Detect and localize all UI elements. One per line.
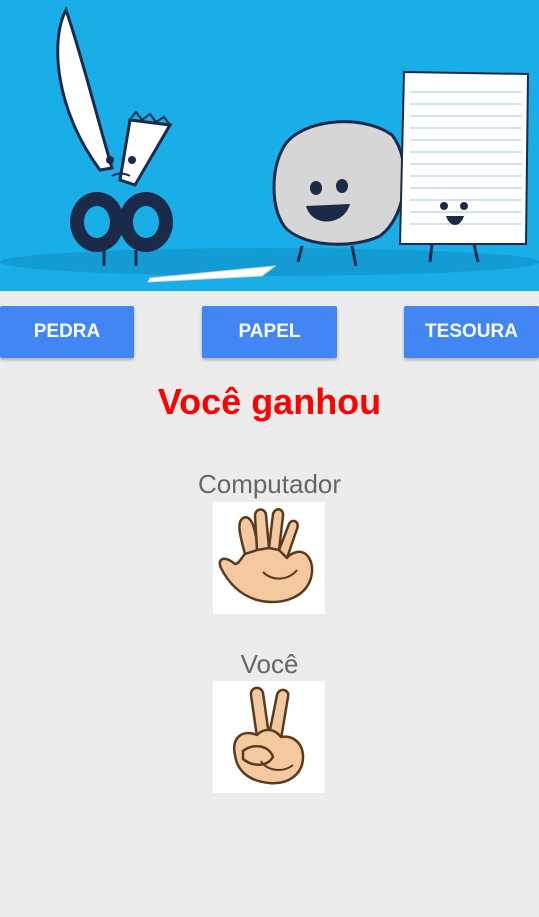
player-label: Você (240, 649, 299, 679)
scissors-button[interactable]: TESOURA (404, 306, 539, 358)
computer-label: Computador (197, 469, 342, 499)
victory-hand-scissors-icon (232, 686, 305, 785)
player-choice-image (213, 681, 325, 793)
rock-button[interactable]: PEDRA (0, 306, 134, 358)
result-text: Você ganhou (157, 381, 382, 422)
banner-illustration (0, 0, 539, 291)
rock-character (272, 120, 406, 267)
computer-choice-image (213, 502, 325, 614)
open-hand-paper-icon (218, 508, 314, 604)
paper-character (398, 70, 530, 263)
scissors-character (56, 6, 277, 283)
paper-button[interactable]: PAPEL (202, 306, 337, 358)
